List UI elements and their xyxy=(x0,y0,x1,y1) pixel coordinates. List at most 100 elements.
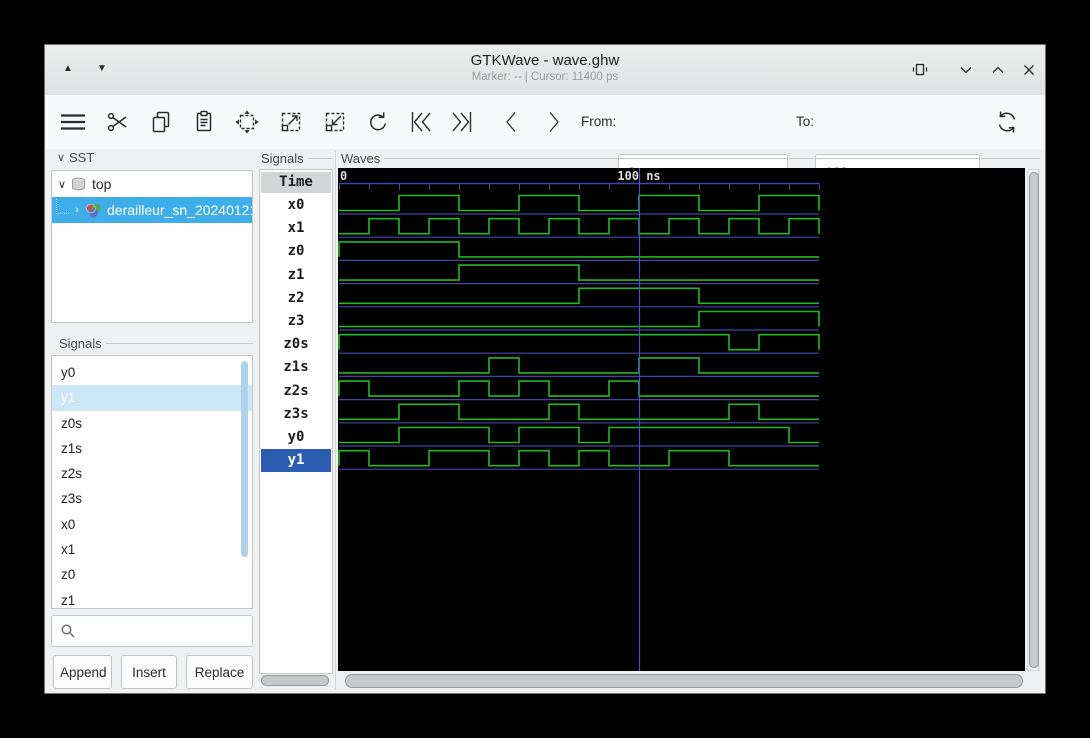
facility-list-scrollbar[interactable] xyxy=(241,361,248,557)
next-edge-icon[interactable] xyxy=(539,107,569,137)
wave-trace-z0s xyxy=(338,333,820,351)
marker-cursor-status: Marker: -- | Cursor: 11400 ps xyxy=(471,71,619,83)
seek-end-icon[interactable] xyxy=(448,107,478,137)
facility-list-item[interactable]: z0 xyxy=(52,562,252,587)
signal-name-row[interactable]: z1 xyxy=(261,264,331,287)
toolbar: From: To: xyxy=(45,95,1045,191)
cut-icon[interactable] xyxy=(103,107,133,137)
facility-list-item[interactable]: z1s xyxy=(52,436,252,461)
tree-item-top[interactable]: ∨ top xyxy=(52,171,252,197)
facility-list-item[interactable]: z0s xyxy=(52,411,252,436)
to-label: To: xyxy=(796,114,815,129)
signal-search-header-label: Signals xyxy=(59,336,102,351)
signal-name-row[interactable]: z0s xyxy=(261,333,331,356)
seek-start-icon[interactable] xyxy=(405,107,435,137)
search-icon xyxy=(61,624,75,638)
replace-button[interactable]: Replace xyxy=(186,655,253,689)
sst-tree[interactable]: ∨ top › derailleur_sn_20240121_ xyxy=(51,170,253,323)
search-input[interactable] xyxy=(82,618,251,646)
signal-name-row[interactable]: y0 xyxy=(261,426,331,449)
tree-item-label: derailleur_sn_20240121_ xyxy=(107,202,252,218)
signals-panel-hscrollbar[interactable] xyxy=(261,675,329,686)
pane-divider[interactable] xyxy=(335,151,336,689)
facility-list-item[interactable]: z2s xyxy=(52,461,252,486)
signal-name-row[interactable]: z0 xyxy=(261,240,331,263)
append-button[interactable]: Append xyxy=(53,655,112,689)
signal-name-row[interactable]: x0 xyxy=(261,194,331,217)
frame-rule xyxy=(105,343,253,344)
signal-name-row[interactable]: z3s xyxy=(261,403,331,426)
copy-icon[interactable] xyxy=(146,107,176,137)
wave-trace-z1 xyxy=(339,264,819,281)
paste-icon[interactable] xyxy=(189,107,219,137)
svg-text:0: 0 xyxy=(340,169,347,183)
frame-rule xyxy=(384,158,1040,159)
maximize-icon[interactable] xyxy=(989,61,1007,79)
facility-list-item[interactable]: x0 xyxy=(52,512,252,537)
signal-name-row[interactable]: z2 xyxy=(261,287,331,310)
signal-name-row[interactable]: z3 xyxy=(261,310,331,333)
signal-search-header: Signals xyxy=(59,336,253,351)
signal-name-row[interactable]: z2s xyxy=(261,380,331,403)
chevron-down-icon[interactable]: ∨ xyxy=(54,178,70,191)
menu-icon[interactable] xyxy=(58,107,88,137)
signal-name-row[interactable]: z1s xyxy=(261,356,331,379)
signal-search-box xyxy=(51,615,253,647)
sst-header-label: SST xyxy=(69,150,95,165)
wave-trace-z1s xyxy=(339,357,819,374)
wave-trace-y1 xyxy=(338,449,819,467)
wave-trace-z2s xyxy=(338,380,819,397)
zoom-fit-icon[interactable] xyxy=(232,107,262,137)
waves-header: Waves xyxy=(341,151,1040,166)
signal-name-row[interactable]: x1 xyxy=(261,217,331,240)
facility-list-item[interactable]: y0 xyxy=(52,360,252,385)
waveform-plot: 0 100 ns xyxy=(338,168,820,671)
facility-list-item[interactable]: z1 xyxy=(52,588,252,608)
signals-panel-header: Signals xyxy=(261,151,333,166)
wave-hscrollbar-handle[interactable] xyxy=(345,674,1023,688)
window-title: GTKWave - wave.ghw xyxy=(470,52,620,69)
wave-hscrollbar[interactable] xyxy=(345,673,1023,688)
gtkwave-window: ▲ ▼ GTKWave - wave.ghw Marker: -- | Curs… xyxy=(44,44,1046,694)
titlebar-text: GTKWave - wave.ghw Marker: -- | Cursor: … xyxy=(45,45,1045,83)
sst-header: ∨ SST xyxy=(53,150,253,165)
wave-trace-z3s xyxy=(339,403,819,421)
titlebar[interactable]: ▲ ▼ GTKWave - wave.ghw Marker: -- | Curs… xyxy=(45,45,1045,96)
prev-edge-icon[interactable] xyxy=(496,107,526,137)
facility-list-item[interactable]: x1 xyxy=(52,537,252,562)
wave-trace-y0 xyxy=(339,426,819,444)
wave-trace-x1 xyxy=(339,217,820,235)
collapse-icon[interactable]: ∨ xyxy=(53,151,69,164)
wave-trace-z0 xyxy=(338,241,819,258)
signals-name-panel[interactable]: Time x0 x1 z0 z1 z2 z3 z0s z1s z2s z3s y0 y1 xyxy=(259,169,333,674)
zoom-in-area-icon[interactable] xyxy=(320,107,350,137)
wave-vscrollbar[interactable] xyxy=(1027,169,1039,671)
zoom-out-full-icon[interactable] xyxy=(276,107,306,137)
restore-icon[interactable] xyxy=(911,61,929,79)
signals-panel-header-label: Signals xyxy=(261,151,304,166)
waves-header-label: Waves xyxy=(341,151,381,166)
tree-item-label: top xyxy=(92,176,112,192)
time-column-header: Time xyxy=(261,172,331,193)
module-icon xyxy=(85,202,102,219)
wave-trace-z2 xyxy=(339,287,819,305)
undo-icon[interactable] xyxy=(363,107,393,137)
chevron-right-icon[interactable]: › xyxy=(69,204,85,216)
signal-facility-list[interactable]: y0 y1 z0s z1s z2s z3s x0 x1 z0 z1 xyxy=(51,355,253,609)
facility-list-item[interactable]: y1 xyxy=(52,385,252,411)
wave-trace-x0 xyxy=(339,194,820,212)
close-icon[interactable] xyxy=(1020,61,1038,79)
insert-button[interactable]: Insert xyxy=(121,655,177,689)
wave-vscrollbar-handle[interactable] xyxy=(1029,172,1039,668)
facility-list-item[interactable]: z3s xyxy=(52,486,252,511)
reload-icon[interactable] xyxy=(992,107,1022,137)
database-icon xyxy=(70,176,87,193)
tree-guide xyxy=(56,198,69,214)
minimize-icon[interactable] xyxy=(957,61,975,79)
frame-rule xyxy=(307,158,333,159)
from-label: From: xyxy=(581,114,617,129)
signal-name-row[interactable]: y1 xyxy=(261,449,331,473)
tree-item-derailleur[interactable]: › derailleur_sn_20240121_ xyxy=(52,197,252,223)
wave-trace-z3 xyxy=(339,310,820,328)
wave-canvas[interactable]: 0 100 ns xyxy=(338,168,1025,671)
